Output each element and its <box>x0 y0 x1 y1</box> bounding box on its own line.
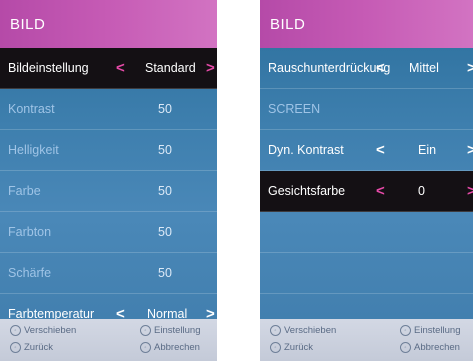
hint-back: ◦ Zurück <box>10 342 53 353</box>
arrow-left-icon[interactable]: < <box>376 60 385 77</box>
menu-item-label: Bildeinstellung <box>8 61 89 75</box>
menu-item-helligkeit[interactable]: Helligkeit 50 <box>0 130 217 171</box>
hint-setting: ◦ Einstellung <box>140 325 200 336</box>
empty-row <box>260 253 473 294</box>
menu-item-value: Mittel <box>409 61 439 75</box>
ok-key-icon: ◦ <box>140 325 151 336</box>
arrow-left-icon[interactable]: < <box>376 183 385 200</box>
hint-label: Zurück <box>284 342 314 353</box>
menu-list: Rauschunterdrückung < Mittel > SCREEN Dy… <box>260 48 473 335</box>
arrow-right-icon[interactable]: > <box>467 60 473 77</box>
menu-item-label: Rauschunterdrückung <box>268 61 391 75</box>
navigation-pad-icon: ◦ <box>10 325 21 336</box>
exit-key-icon: ◦ <box>140 342 151 353</box>
empty-row <box>260 212 473 253</box>
menu-item-rauschunterdrueckung[interactable]: Rauschunterdrückung < Mittel > <box>260 48 473 89</box>
hint-label: Zurück <box>24 342 54 353</box>
menu-list: Bildeinstellung < Standard > Kontrast 50… <box>0 48 217 335</box>
hint-cancel: ◦ Abbrechen <box>140 342 200 353</box>
hint-move: ◦ Verschieben <box>270 325 336 336</box>
back-key-icon: ◦ <box>10 342 21 353</box>
menu-item-label: Helligkeit <box>8 143 59 157</box>
menu-item-farbton[interactable]: Farbton 50 <box>0 212 217 253</box>
menu-item-value: 50 <box>158 184 172 198</box>
hint-cancel: ◦ Abbrechen <box>400 342 460 353</box>
arrow-left-icon[interactable]: < <box>116 60 125 77</box>
menu-header: BILD <box>0 0 217 48</box>
menu-item-value: 50 <box>158 102 172 116</box>
menu-item-schaerfe[interactable]: Schärfe 50 <box>0 253 217 294</box>
arrow-right-icon[interactable]: > <box>467 142 473 159</box>
menu-item-kontrast[interactable]: Kontrast 50 <box>0 89 217 130</box>
menu-item-value: 50 <box>158 266 172 280</box>
menu-title: BILD <box>270 15 306 33</box>
section-label: SCREEN <box>268 102 321 116</box>
menu-item-label: Dyn. Kontrast <box>268 143 344 157</box>
hint-label: Verschieben <box>24 325 77 336</box>
menu-header: BILD <box>260 0 473 48</box>
menu-item-label: Kontrast <box>8 102 55 116</box>
arrow-right-icon[interactable]: > <box>467 183 473 200</box>
arrow-right-icon[interactable]: > <box>206 60 215 77</box>
menu-item-label: Farbe <box>8 184 41 198</box>
hint-back: ◦ Zurück <box>270 342 313 353</box>
navigation-pad-icon: ◦ <box>270 325 281 336</box>
menu-item-gesichtsfarbe[interactable]: Gesichtsfarbe < 0 > <box>260 171 473 212</box>
exit-key-icon: ◦ <box>400 342 411 353</box>
menu-item-value: Ein <box>418 143 437 157</box>
hint-move: ◦ Verschieben <box>10 325 76 336</box>
arrow-left-icon[interactable]: < <box>376 142 385 159</box>
menu-item-bildeinstellung[interactable]: Bildeinstellung < Standard > <box>0 48 217 89</box>
menu-item-value: 50 <box>158 143 172 157</box>
menu-title: BILD <box>10 15 46 33</box>
menu-item-label: Schärfe <box>8 266 52 280</box>
picture-menu-right: BILD Rauschunterdrückung < Mittel > SCRE… <box>260 0 473 361</box>
ok-key-icon: ◦ <box>400 325 411 336</box>
hint-label: Einstellung <box>414 325 461 336</box>
menu-item-farbe[interactable]: Farbe 50 <box>0 171 217 212</box>
menu-item-value: 50 <box>158 225 172 239</box>
hint-label: Verschieben <box>284 325 337 336</box>
hint-label: Abbrechen <box>154 342 200 353</box>
menu-item-dyn-kontrast[interactable]: Dyn. Kontrast < Ein > <box>260 130 473 171</box>
key-hint-bar: ◦ Verschieben ◦ Zurück ◦ Einstellung ◦ A… <box>0 319 217 361</box>
menu-item-value: Standard <box>145 61 196 75</box>
hint-label: Abbrechen <box>414 342 460 353</box>
back-key-icon: ◦ <box>270 342 281 353</box>
menu-item-value: 0 <box>418 184 425 198</box>
key-hint-bar: ◦ Verschieben ◦ Zurück ◦ Einstellung ◦ A… <box>260 319 473 361</box>
hint-label: Einstellung <box>154 325 201 336</box>
menu-item-label: Farbton <box>8 225 52 239</box>
picture-menu-left: BILD Bildeinstellung < Standard > Kontra… <box>0 0 217 361</box>
hint-setting: ◦ Einstellung <box>400 325 460 336</box>
section-header-screen: SCREEN <box>260 89 473 130</box>
menu-item-label: Gesichtsfarbe <box>268 184 346 198</box>
